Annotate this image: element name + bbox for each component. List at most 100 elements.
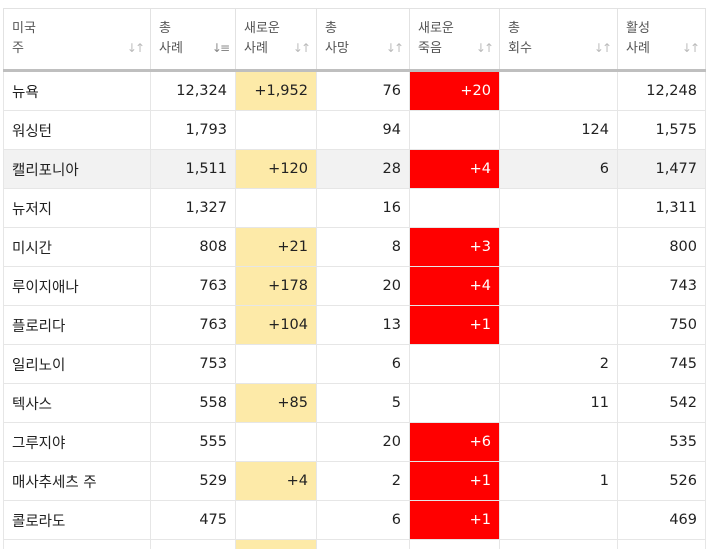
cell-total-deaths: 94 <box>317 111 410 150</box>
cell-total-deaths: 76 <box>317 71 410 111</box>
sort-both-icon[interactable]: ↓↑ <box>594 38 610 58</box>
table-row[interactable]: 뉴저지1,327 16 1,311 <box>4 189 706 228</box>
cell-new-deaths: +1 <box>410 462 500 501</box>
header-state-line1: 미국 <box>12 19 142 39</box>
table-row[interactable]: 매사추세츠 주529+42+11526 <box>4 462 706 501</box>
cell-new-deaths <box>410 111 500 150</box>
header-total-recovered[interactable]: 총 회수 ↓↑ <box>500 9 618 71</box>
cell-total-deaths: 2 <box>317 462 410 501</box>
header-active-cases[interactable]: 활성 사례 ↓↑ <box>618 9 706 71</box>
sort-both-icon[interactable]: ↓↑ <box>293 38 309 58</box>
header-active-cases-line1: 활성 <box>626 19 697 39</box>
cell-total-deaths: 16 <box>317 189 410 228</box>
cell-new-deaths: +3 <box>410 228 500 267</box>
table-row[interactable]: 텍사스558+85511542 <box>4 384 706 423</box>
cell-new-deaths <box>410 189 500 228</box>
cell-new-cases: +120 <box>236 150 317 189</box>
cell-total-recovered: 11 <box>500 384 618 423</box>
table-row[interactable]: 미시간808+218+3800 <box>4 228 706 267</box>
cell-total-cases: 808 <box>151 228 236 267</box>
cell-total-cases: 763 <box>151 267 236 306</box>
table-cell <box>410 540 500 549</box>
cell-total-cases: 529 <box>151 462 236 501</box>
cell-total-cases: 753 <box>151 345 236 384</box>
table-row[interactable]: 뉴욕12,324+1,95276+2012,248 <box>4 71 706 111</box>
cell-active-cases: 526 <box>618 462 706 501</box>
cell-new-deaths <box>410 345 500 384</box>
cell-state: 뉴저지 <box>4 189 151 228</box>
table-cell <box>151 540 236 549</box>
cell-total-deaths: 6 <box>317 345 410 384</box>
sort-both-icon[interactable]: ↓↑ <box>476 38 492 58</box>
cell-active-cases: 542 <box>618 384 706 423</box>
cell-active-cases: 800 <box>618 228 706 267</box>
table-cell <box>618 540 706 549</box>
cell-total-recovered: 1 <box>500 462 618 501</box>
table-row[interactable] <box>4 540 706 549</box>
cell-active-cases: 1,477 <box>618 150 706 189</box>
table-row[interactable]: 워싱턴1,793941241,575 <box>4 111 706 150</box>
table-header-row: 미국 주 ↓↑ 총 사례 ↓≡ 새로운 사례 ↓↑ 총 사망 ↓↑ <box>4 9 706 71</box>
header-total-cases[interactable]: 총 사례 ↓≡ <box>151 9 236 71</box>
cell-total-recovered <box>500 267 618 306</box>
cell-total-recovered: 6 <box>500 150 618 189</box>
cell-total-cases: 1,327 <box>151 189 236 228</box>
sort-both-icon[interactable]: ↓↑ <box>682 38 698 58</box>
cell-new-cases <box>236 189 317 228</box>
cell-active-cases: 745 <box>618 345 706 384</box>
header-new-cases-line1: 새로운 <box>244 19 308 39</box>
header-new-cases[interactable]: 새로운 사례 ↓↑ <box>236 9 317 71</box>
cell-new-deaths: +1 <box>410 501 500 540</box>
table-cell <box>500 540 618 549</box>
cell-total-deaths: 6 <box>317 501 410 540</box>
sort-both-icon[interactable]: ↓↑ <box>386 38 402 58</box>
table-row[interactable]: 일리노이75362745 <box>4 345 706 384</box>
cell-state: 뉴욕 <box>4 71 151 111</box>
cell-new-cases: +104 <box>236 306 317 345</box>
header-state-line2: 주 <box>12 39 142 59</box>
header-new-deaths[interactable]: 새로운 죽음 ↓↑ <box>410 9 500 71</box>
cell-total-recovered <box>500 501 618 540</box>
table-row[interactable]: 플로리다763+10413+1750 <box>4 306 706 345</box>
cell-new-deaths <box>410 384 500 423</box>
table-cell <box>317 540 410 549</box>
cell-total-deaths: 5 <box>317 384 410 423</box>
states-table-container: 미국 주 ↓↑ 총 사례 ↓≡ 새로운 사례 ↓↑ 총 사망 ↓↑ <box>3 8 705 549</box>
cell-total-cases: 1,511 <box>151 150 236 189</box>
cell-total-cases: 763 <box>151 306 236 345</box>
header-total-deaths[interactable]: 총 사망 ↓↑ <box>317 9 410 71</box>
table-row[interactable]: 루이지애나763+17820+4743 <box>4 267 706 306</box>
sort-descending-icon[interactable]: ↓≡ <box>212 38 228 58</box>
cell-new-cases <box>236 501 317 540</box>
cell-total-cases: 12,324 <box>151 71 236 111</box>
cell-total-recovered: 124 <box>500 111 618 150</box>
cell-state: 플로리다 <box>4 306 151 345</box>
cell-total-recovered <box>500 423 618 462</box>
cell-new-deaths: +1 <box>410 306 500 345</box>
cell-active-cases: 469 <box>618 501 706 540</box>
cell-new-cases <box>236 423 317 462</box>
cell-state: 일리노이 <box>4 345 151 384</box>
table-cell <box>4 540 151 549</box>
table-row[interactable]: 그루지야55520+6535 <box>4 423 706 462</box>
cell-total-recovered <box>500 189 618 228</box>
cell-new-cases: +21 <box>236 228 317 267</box>
cell-active-cases: 12,248 <box>618 71 706 111</box>
us-states-covid-table: 미국 주 ↓↑ 총 사례 ↓≡ 새로운 사례 ↓↑ 총 사망 ↓↑ <box>3 8 706 549</box>
sort-both-icon[interactable]: ↓↑ <box>127 38 143 58</box>
table-row[interactable]: 콜로라도4756+1469 <box>4 501 706 540</box>
cell-total-deaths: 20 <box>317 423 410 462</box>
cell-new-cases: +178 <box>236 267 317 306</box>
header-total-recovered-line1: 총 <box>508 19 609 39</box>
table-row[interactable]: 캘리포니아1,511+12028+461,477 <box>4 150 706 189</box>
cell-active-cases: 1,311 <box>618 189 706 228</box>
cell-new-deaths: +20 <box>410 71 500 111</box>
cell-total-recovered <box>500 306 618 345</box>
cell-state: 워싱턴 <box>4 111 151 150</box>
cell-state: 미시간 <box>4 228 151 267</box>
cell-total-cases: 1,793 <box>151 111 236 150</box>
cell-new-cases <box>236 111 317 150</box>
header-new-deaths-line1: 새로운 <box>418 19 491 39</box>
header-state[interactable]: 미국 주 ↓↑ <box>4 9 151 71</box>
cell-state: 매사추세츠 주 <box>4 462 151 501</box>
